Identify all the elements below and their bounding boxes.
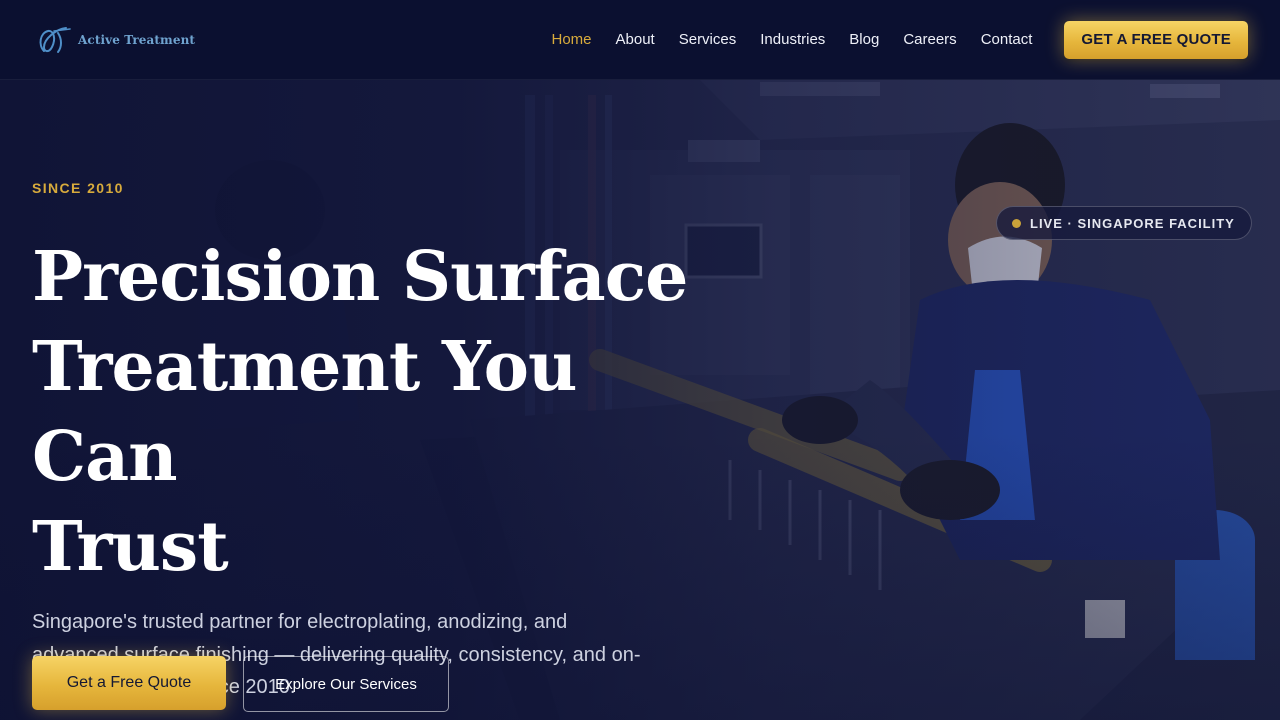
active-treatment-logo-icon <box>39 26 71 53</box>
live-status-dot-icon <box>1012 218 1021 228</box>
live-badge-text: LIVE · SINGAPORE FACILITY <box>1030 215 1235 231</box>
nav-item-about[interactable]: About <box>616 31 655 48</box>
live-facility-badge: LIVE · SINGAPORE FACILITY <box>996 206 1252 240</box>
hero-title: Precision Surface Treatment You Can Trus… <box>32 232 732 592</box>
site-header: Active Treatment Home About Services Ind… <box>0 0 1280 80</box>
nav-item-contact[interactable]: Contact <box>981 31 1033 48</box>
nav-item-careers[interactable]: Careers <box>903 31 956 48</box>
nav-item-industries[interactable]: Industries <box>760 31 825 48</box>
get-free-quote-button[interactable]: Get a Free Quote <box>32 656 226 710</box>
hero-eyebrow: SINCE 2010 <box>32 180 124 196</box>
hero-subtitle-line: Singapore's trusted partner for electrop… <box>32 611 568 633</box>
hero-actions: Get a Free Quote Explore Our Services <box>32 656 449 712</box>
main-navigation: Home About Services Industries Blog Care… <box>552 31 1033 48</box>
nav-item-services[interactable]: Services <box>679 31 737 48</box>
explore-services-button[interactable]: Explore Our Services <box>243 656 449 712</box>
brand-name: Active Treatment <box>78 32 196 47</box>
hero-title-line: Treatment You Can <box>32 327 577 497</box>
hero-title-line: Precision Surface <box>32 237 688 317</box>
brand-logo-link[interactable]: Active Treatment <box>36 25 195 55</box>
nav-item-home[interactable]: Home <box>552 31 592 48</box>
hero-title-line: Trust <box>32 507 229 587</box>
nav-item-blog[interactable]: Blog <box>849 31 879 48</box>
get-free-quote-nav-button[interactable]: GET A FREE QUOTE <box>1064 20 1248 59</box>
hero-section: SINCE 2010 Precision Surface Treatment Y… <box>32 180 732 704</box>
